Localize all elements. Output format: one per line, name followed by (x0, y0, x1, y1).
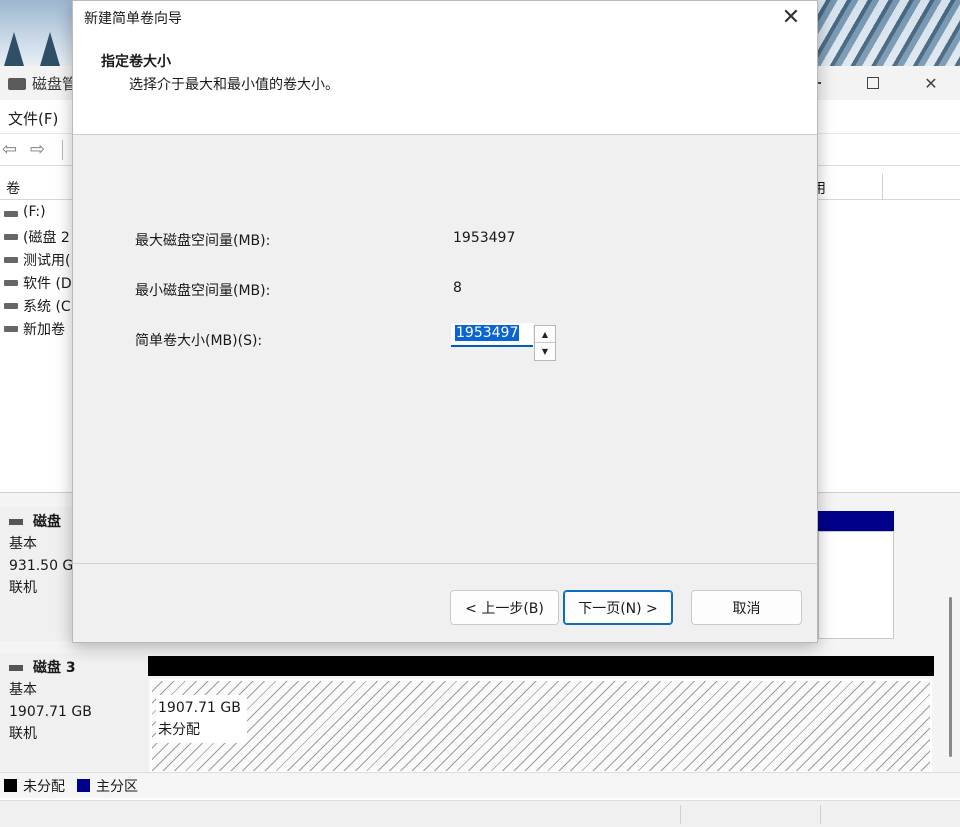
disk-name-text: 磁盘 (33, 514, 61, 530)
unallocated-swatch (4, 779, 17, 792)
disk-icon (9, 665, 23, 671)
disk-size: 1907.71 GB (9, 704, 92, 720)
window-close-button[interactable]: ✕ (902, 66, 960, 100)
disk-management-app-icon (8, 77, 26, 90)
cancel-button[interactable]: 取消 (691, 590, 802, 625)
column-header-volume[interactable]: 卷 (6, 178, 20, 198)
column-separator (882, 174, 883, 200)
unallocated-size: 1907.71 GB (158, 700, 241, 716)
wizard-heading: 指定卷大小 (101, 54, 171, 70)
volume-name: 软件 (D (23, 276, 72, 292)
min-space-label: 最小磁盘空间量(MB): (135, 283, 271, 299)
status-bar (0, 800, 960, 827)
primary-partition-bar (818, 511, 894, 531)
disk-icon (9, 519, 23, 525)
disk-type: 基本 (9, 682, 37, 698)
legend: 未分配 主分区 (0, 772, 960, 798)
disk-icon (4, 234, 18, 240)
close-icon: ✕ (924, 73, 938, 93)
disk-management-title: 磁盘管 (8, 73, 77, 94)
wizard-header: 指定卷大小 选择介于最大和最小值的卷大小。 (73, 33, 817, 135)
next-button[interactable]: 下一页(N) > (563, 590, 673, 625)
status-separator (680, 805, 681, 824)
menu-file[interactable]: 文件(F) (8, 108, 58, 129)
unallocated-partition[interactable]: 1907.71 GB 未分配 (150, 679, 932, 773)
disk-icon (4, 326, 18, 332)
close-icon: ✕ (781, 4, 801, 30)
spin-down-icon: ▼ (541, 347, 549, 356)
partition-box[interactable] (818, 531, 894, 639)
toolbar-separator (62, 140, 63, 160)
disk-icon (4, 280, 18, 286)
max-space-label: 最大磁盘空间量(MB): (135, 233, 271, 249)
back-arrow-icon[interactable]: ⇦ (2, 139, 17, 160)
maximize-icon (867, 77, 879, 89)
unallocated-bar (148, 656, 934, 676)
volume-size-label: 简单卷大小(MB)(S): (135, 333, 263, 349)
volume-name: 测试用( (23, 253, 71, 269)
disk-icon (4, 211, 18, 217)
status-separator (820, 805, 821, 824)
legend-primary: 主分区 (96, 778, 138, 795)
disk-info-panel[interactable]: 磁盘 3 基本 1907.71 GB 联机 (0, 653, 148, 771)
new-simple-volume-wizard: 新建简单卷向导 ✕ 指定卷大小 选择介于最大和最小值的卷大小。 最大磁盘空间量(… (72, 0, 818, 643)
vertical-scrollbar[interactable] (949, 597, 952, 757)
disk-status: 联机 (9, 726, 37, 742)
min-space-value: 8 (453, 280, 462, 296)
wizard-subheading: 选择介于最大和最小值的卷大小。 (129, 77, 339, 93)
disk-management-title-text: 磁盘管 (32, 75, 78, 93)
max-space-value: 1953497 (453, 230, 516, 246)
back-button[interactable]: < 上一步(B) (450, 590, 559, 625)
unallocated-text: 未分配 (158, 722, 200, 738)
forward-arrow-icon[interactable]: ⇨ (30, 139, 45, 160)
volume-name: (磁盘 2 (23, 230, 70, 246)
primary-partition-swatch (77, 779, 90, 792)
volume-name: 新加卷 (23, 322, 65, 338)
disk-name-text: 磁盘 3 (33, 660, 76, 676)
wizard-close-button[interactable]: ✕ (771, 4, 811, 30)
spin-up-icon: ▲ (541, 329, 549, 339)
disk-icon (4, 303, 18, 309)
volume-name: (F:) (23, 204, 46, 220)
spin-up-button[interactable]: ▲ (535, 326, 555, 343)
disk-icon (4, 257, 18, 263)
disk-name: 磁盘 3 (9, 657, 139, 679)
volume-size-value: 1953497 (455, 325, 520, 341)
maximize-button[interactable] (844, 66, 902, 100)
unallocated-partition-label: 1907.71 GB 未分配 (156, 695, 247, 743)
tree-decoration (40, 32, 60, 66)
wizard-body: 最大磁盘空间量(MB): 1953497 最小磁盘空间量(MB): 8 简单卷大… (73, 136, 817, 563)
wizard-titlebar: 新建简单卷向导 ✕ (73, 1, 817, 33)
spin-down-button[interactable]: ▼ (535, 343, 555, 360)
snowy-trees-decoration (810, 0, 960, 66)
volume-name: 系统 (C (23, 299, 71, 315)
legend-unallocated: 未分配 (23, 778, 65, 795)
volume-size-input[interactable]: 1953497 (451, 323, 533, 347)
wizard-footer-separator (73, 563, 817, 564)
tree-decoration (4, 32, 24, 66)
wizard-title: 新建简单卷向导 (84, 11, 182, 27)
volume-size-spinner: ▲ ▼ (534, 325, 556, 361)
